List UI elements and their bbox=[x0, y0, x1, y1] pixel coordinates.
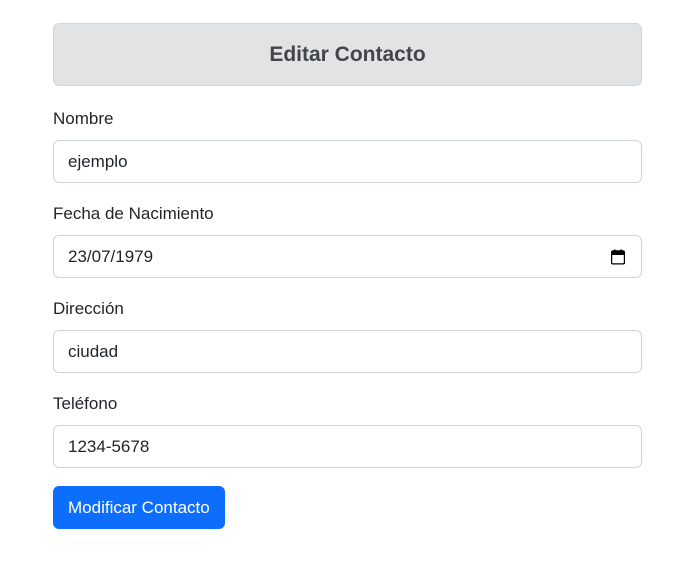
direccion-label: Dirección bbox=[53, 299, 124, 318]
nombre-value: ejemplo bbox=[68, 151, 128, 171]
direccion-value: ciudad bbox=[68, 341, 119, 361]
fecha-nacimiento-label: Fecha de Nacimiento bbox=[53, 204, 214, 223]
calendar-icon[interactable] bbox=[611, 249, 625, 264]
field-group-nombre: Nombre ejemplo bbox=[53, 107, 642, 183]
form-header: Editar Contacto bbox=[53, 23, 642, 86]
direccion-input[interactable]: ciudad bbox=[53, 330, 642, 373]
field-group-telefono: Teléfono 1234-5678 bbox=[53, 392, 642, 468]
fecha-nacimiento-value: 23/07/1979 bbox=[68, 246, 154, 266]
telefono-label: Teléfono bbox=[53, 394, 118, 413]
fecha-nacimiento-input[interactable]: 23/07/1979 bbox=[53, 235, 642, 278]
edit-contact-form: Editar Contacto Nombre ejemplo Fecha de … bbox=[53, 23, 642, 529]
field-group-direccion: Dirección ciudad bbox=[53, 297, 642, 373]
field-group-fecha-nacimiento: Fecha de Nacimiento 23/07/1979 bbox=[53, 202, 642, 278]
modificar-contacto-button[interactable]: Modificar Contacto bbox=[53, 486, 225, 529]
nombre-label: Nombre bbox=[53, 109, 114, 128]
nombre-input[interactable]: ejemplo bbox=[53, 140, 642, 183]
telefono-value: 1234-5678 bbox=[68, 436, 150, 456]
page-title: Editar Contacto bbox=[269, 42, 426, 66]
telefono-input[interactable]: 1234-5678 bbox=[53, 425, 642, 468]
